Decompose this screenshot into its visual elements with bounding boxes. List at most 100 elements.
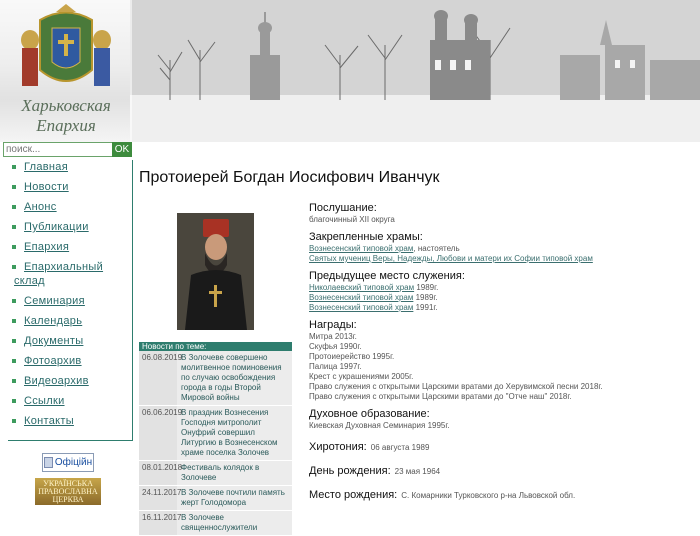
nav-item-contacts[interactable]: Контакты <box>8 414 132 428</box>
previous-item: Вознесенский типовой храм 1989г. <box>309 293 689 303</box>
news-date: 06.08.2019 <box>139 351 182 405</box>
churches-label: Закрепленные храмы: <box>309 231 423 243</box>
nav-item-warehouse[interactable]: Епархиальный склад <box>8 260 132 288</box>
obedience-label: Послушание: <box>309 202 377 214</box>
birthday-label: День рождения: <box>309 465 391 477</box>
related-news: Новости по теме: 06.08.2019 В Золочеве с… <box>139 342 292 536</box>
nav-label: Епархиальный склад <box>14 261 104 287</box>
news-item[interactable]: 24.11.2017 В Золочеве почтили память жер… <box>139 486 292 511</box>
bullet-icon <box>12 205 16 209</box>
nav-item-photo-archive[interactable]: Фотоархив <box>8 354 132 368</box>
site-title: Харьковская Епархия <box>0 96 132 136</box>
nav-item-eparchy[interactable]: Епархия <box>8 240 132 254</box>
priest-photo-icon <box>177 213 254 330</box>
bullet-icon <box>12 399 16 403</box>
nav-label: Календарь <box>24 315 83 327</box>
coat-of-arms-icon <box>21 4 111 86</box>
previous-year: 1991г. <box>413 303 438 312</box>
award-item: Палица 1997г. <box>309 362 362 371</box>
award-item: Митра 2013г. <box>309 332 357 341</box>
church-link[interactable]: Вознесенский типовой храм <box>309 244 413 253</box>
news-item[interactable]: 08.01.2018 Фестиваль колядок в Золочеве <box>139 461 292 486</box>
church-link[interactable]: Вознесенский типовой храм <box>309 303 413 312</box>
nav-label: Публикации <box>24 221 89 233</box>
news-link[interactable]: В праздник Вознесения Господня митрополи… <box>177 406 292 460</box>
news-item[interactable]: 06.08.2019 В Золочеве совершено молитвен… <box>139 351 292 406</box>
nav-item-home[interactable]: Главная <box>8 160 132 174</box>
priest-portrait <box>177 213 254 330</box>
page-title: Протоиерей Богдан Иосифович Иванчук <box>139 169 440 186</box>
nav-item-announce[interactable]: Анонс <box>8 200 132 214</box>
document-icon <box>43 456 53 468</box>
nav-item-publications[interactable]: Публикации <box>8 220 132 234</box>
nav-item-calendar[interactable]: Календарь <box>8 314 132 328</box>
church-role: , настоятель <box>413 244 460 253</box>
birthplace-row: Место рождения: С. Комарники Турковского … <box>309 485 689 503</box>
news-item[interactable]: 06.06.2019 В праздник Вознесения Господн… <box>139 406 292 461</box>
news-header: Новости по теме: <box>139 342 292 351</box>
nav-label: Фотоархив <box>24 355 82 367</box>
nav-item-video-archive[interactable]: Видеоархив <box>8 374 132 388</box>
previous-item: Вознесенский типовой храм 1991г. <box>309 303 689 313</box>
news-date: 08.01.2018 <box>139 461 182 485</box>
bullet-icon <box>12 319 16 323</box>
nav-item-links[interactable]: Ссылки <box>8 394 132 408</box>
previous-item: Николаевский типовой храм 1989г. <box>309 283 689 293</box>
birthplace-value: С. Комарники Турковского р-на Львовской … <box>401 491 576 500</box>
churches-line2: Святых мучениц Веры, Надежды, Любови и м… <box>309 254 689 264</box>
ordination-row: Хиротония: 06 августа 1989 <box>309 437 689 455</box>
previous-year: 1989г. <box>413 293 438 302</box>
news-link[interactable]: В Золочеве совершено молитвенное поминов… <box>177 351 292 405</box>
nav-label: Видеоархив <box>24 375 89 387</box>
bullet-icon <box>12 359 16 363</box>
nav-item-documents[interactable]: Документы <box>8 334 132 348</box>
award-item: Право служения с открытыми Царскими врат… <box>309 382 603 391</box>
site-header: Харьковская Епархия <box>0 0 700 142</box>
search-input[interactable] <box>3 142 117 157</box>
church-link[interactable]: Святых мучениц Веры, Надежды, Любови и м… <box>309 254 593 263</box>
obedience-value: благочинный XII округа <box>309 215 395 224</box>
nav-label: Документы <box>24 335 84 347</box>
education-label: Духовное образование: <box>309 408 430 420</box>
award-item: Право служения с открытыми Царскими врат… <box>309 392 572 401</box>
diocese-logo[interactable]: Харьковская Епархия <box>0 0 132 142</box>
award-item: Крест с украшениями 2005г. <box>309 372 414 381</box>
main-nav: Главная Новости Анонс Публикации Епархия… <box>8 160 133 441</box>
biography-info: Послушание: благочинный XII округа Закре… <box>309 202 689 503</box>
nav-label: Главная <box>24 161 68 173</box>
bullet-icon <box>12 265 16 269</box>
birthday-row: День рождения: 23 мая 1964 <box>309 461 689 479</box>
previous-label: Предыдущее место служения: <box>309 270 465 282</box>
nav-label: Семинария <box>24 295 85 307</box>
nav-label: Ссылки <box>24 395 65 407</box>
nav-item-seminary[interactable]: Семинария <box>8 294 132 308</box>
news-item[interactable]: 16.11.2017 В Золочеве священнослужители <box>139 511 292 536</box>
ordination-value: 06 августа 1989 <box>370 443 430 452</box>
site-title-line1: Харьковская <box>21 96 111 115</box>
news-link[interactable]: Фестиваль колядок в Золочеве <box>177 461 292 485</box>
bullet-icon <box>12 245 16 249</box>
nav-label: Контакты <box>24 415 74 427</box>
church-link[interactable]: Вознесенский типовой храм <box>309 293 413 302</box>
official-label: Офіційн <box>54 457 93 468</box>
church-banner[interactable]: УКРАЇНСЬКА ПРАВОСЛАВНА ЦЕРКВА <box>35 478 101 505</box>
news-link[interactable]: В Золочеве почтили память жерт Голодомор… <box>177 486 292 510</box>
bullet-icon <box>12 339 16 343</box>
news-date: 06.06.2019 <box>139 406 182 460</box>
award-item: Протоиерейство 1995г. <box>309 352 395 361</box>
site-title-line2: Епархия <box>36 116 96 135</box>
news-date: 24.11.2017 <box>139 486 181 510</box>
search-button[interactable]: OK <box>112 142 132 157</box>
church-link[interactable]: Николаевский типовой храм <box>309 283 414 292</box>
awards-label: Награды: <box>309 319 357 331</box>
birthday-value: 23 мая 1964 <box>394 467 441 476</box>
bullet-icon <box>12 299 16 303</box>
nav-item-news[interactable]: Новости <box>8 180 132 194</box>
banner-text: УКРАЇНСЬКА ПРАВОСЛАВНА ЦЕРКВА <box>38 479 98 504</box>
birthplace-label: Место рождения: <box>309 489 398 501</box>
official-button[interactable]: Офіційн <box>42 453 94 472</box>
news-date: 16.11.2017 <box>139 511 181 535</box>
news-link[interactable]: В Золочеве священнослужители <box>177 511 292 535</box>
header-city-photo <box>130 0 700 142</box>
bullet-icon <box>12 225 16 229</box>
